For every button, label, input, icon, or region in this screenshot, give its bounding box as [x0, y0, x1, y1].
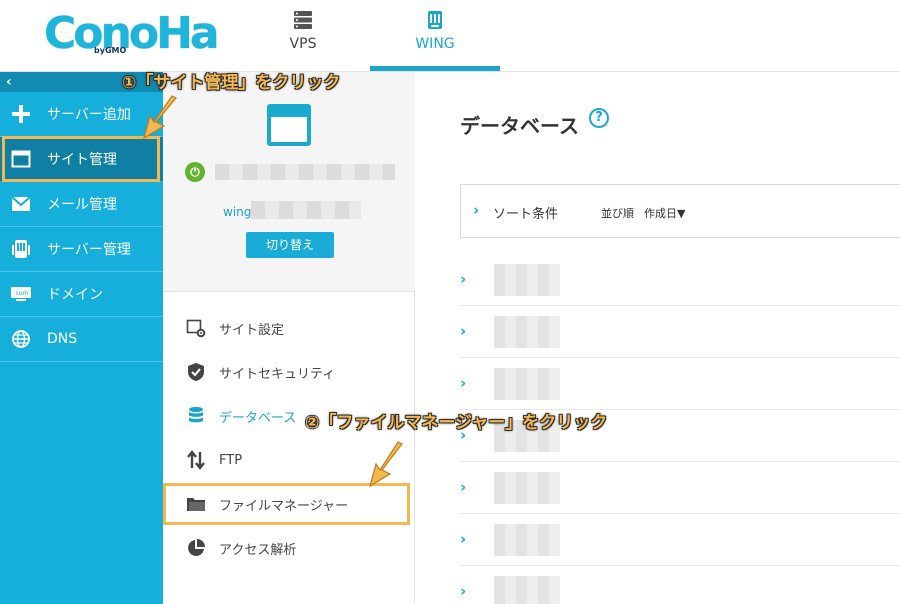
switch-button[interactable]: 切り替え	[246, 232, 334, 258]
menu-item-label: データベース	[219, 410, 297, 426]
pie-chart-icon	[185, 537, 207, 559]
site-settings-icon	[185, 317, 207, 339]
globe-icon	[10, 328, 32, 350]
help-icon[interactable]: ?	[589, 108, 609, 128]
chevron-right-icon: ›	[460, 582, 467, 600]
tab-wing[interactable]: WING	[370, 0, 500, 71]
server-icon	[294, 11, 312, 29]
mail-icon	[10, 193, 32, 215]
tab-vps[interactable]: VPS	[258, 0, 348, 71]
sidebar-item-label: メール管理	[47, 197, 117, 213]
conoha-logo[interactable]: ConoHa byGMO	[44, 8, 220, 60]
transfer-arrows-icon	[185, 449, 207, 471]
site-summary: ⏻ wing 切り替え	[163, 72, 415, 292]
arrow-down-left-icon	[369, 441, 403, 488]
chevron-right-icon: ›	[460, 322, 467, 340]
annotation-step-2: ②「ファイルマネージャー」をクリック	[305, 413, 608, 433]
menu-item-label: サイトセキュリティ	[219, 366, 336, 382]
page-title: データベース	[460, 114, 579, 138]
table-row[interactable]: ›	[460, 566, 900, 604]
tab-vps-label: VPS	[289, 36, 317, 52]
sidebar-item-dns[interactable]: DNS	[0, 317, 163, 362]
menu-item-label: FTP	[219, 452, 243, 468]
menu-item-label: サイト設定	[219, 322, 285, 338]
menu-item-label: アクセス解析	[219, 542, 297, 558]
tab-wing-label: WING	[415, 36, 455, 52]
sort-panel[interactable]: › ソート条件 並び順 作成日▼	[460, 184, 900, 238]
table-row[interactable]: ›	[460, 462, 900, 514]
table-row[interactable]: ›	[460, 514, 900, 566]
shield-check-icon	[185, 361, 207, 383]
highlight-box-site-management	[2, 136, 160, 182]
annotation-step-1: ①「サイト管理」をクリック	[122, 73, 341, 93]
sort-order-label: 並び順	[601, 207, 634, 220]
account-id-redacted	[251, 201, 361, 219]
menu-item-site-security[interactable]: サイトセキュリティ	[163, 352, 415, 392]
arrow-down-left-icon	[143, 95, 177, 140]
svg-text:.com: .com	[14, 290, 29, 297]
chevron-right-icon: ›	[460, 478, 467, 496]
redacted-db-name	[494, 264, 560, 296]
sort-label: ソート条件	[493, 207, 559, 222]
site-window-icon	[267, 104, 311, 146]
sidebar-item-add-server[interactable]: サーバー追加	[0, 92, 163, 137]
top-header: ConoHa byGMO VPS WING	[0, 0, 900, 72]
redacted-db-name	[494, 368, 560, 400]
table-row[interactable]: ›	[460, 254, 900, 306]
sidebar-item-label: DNS	[47, 331, 78, 347]
sidebar-item-label: サーバー追加	[47, 107, 131, 123]
sidebar-item-mail-management[interactable]: メール管理	[0, 182, 163, 227]
redacted-db-name	[494, 576, 560, 604]
power-on-icon: ⏻	[185, 162, 205, 182]
main-content: データベース ? › ソート条件 並び順 作成日▼ › › › › › › ›	[416, 72, 900, 604]
redacted-db-name	[494, 316, 560, 348]
logo-sub: byGMO	[94, 46, 127, 55]
wing-icon	[428, 11, 442, 29]
account-prefix: wing	[223, 205, 252, 219]
sidebar-item-label: ドメイン	[47, 287, 103, 303]
menu-item-access-analytics[interactable]: アクセス解析	[163, 528, 415, 568]
chevron-right-icon: ›	[460, 270, 467, 288]
table-row[interactable]: ›	[460, 306, 900, 358]
redacted-db-name	[494, 524, 560, 556]
site-name-redacted	[215, 164, 395, 180]
menu-item-site-settings[interactable]: サイト設定	[163, 308, 415, 348]
chevron-right-icon: ›	[460, 530, 467, 548]
active-tab-indicator	[370, 66, 500, 71]
table-row[interactable]: ›	[460, 358, 900, 410]
plus-icon	[10, 103, 32, 125]
server-rack-icon	[10, 238, 32, 260]
sidebar-item-domain[interactable]: .com ドメイン	[0, 272, 163, 317]
domain-com-icon: .com	[10, 283, 32, 305]
redacted-db-name	[494, 472, 560, 504]
sort-order-value[interactable]: 作成日▼	[644, 205, 685, 221]
chevron-right-icon: ›	[460, 374, 467, 392]
sidebar-item-server-management[interactable]: サーバー管理	[0, 227, 163, 272]
database-icon	[185, 405, 207, 427]
logo-text: ConoHa	[44, 8, 220, 59]
chevron-right-icon: ›	[473, 201, 480, 219]
sidebar-item-label: サーバー管理	[47, 242, 131, 258]
